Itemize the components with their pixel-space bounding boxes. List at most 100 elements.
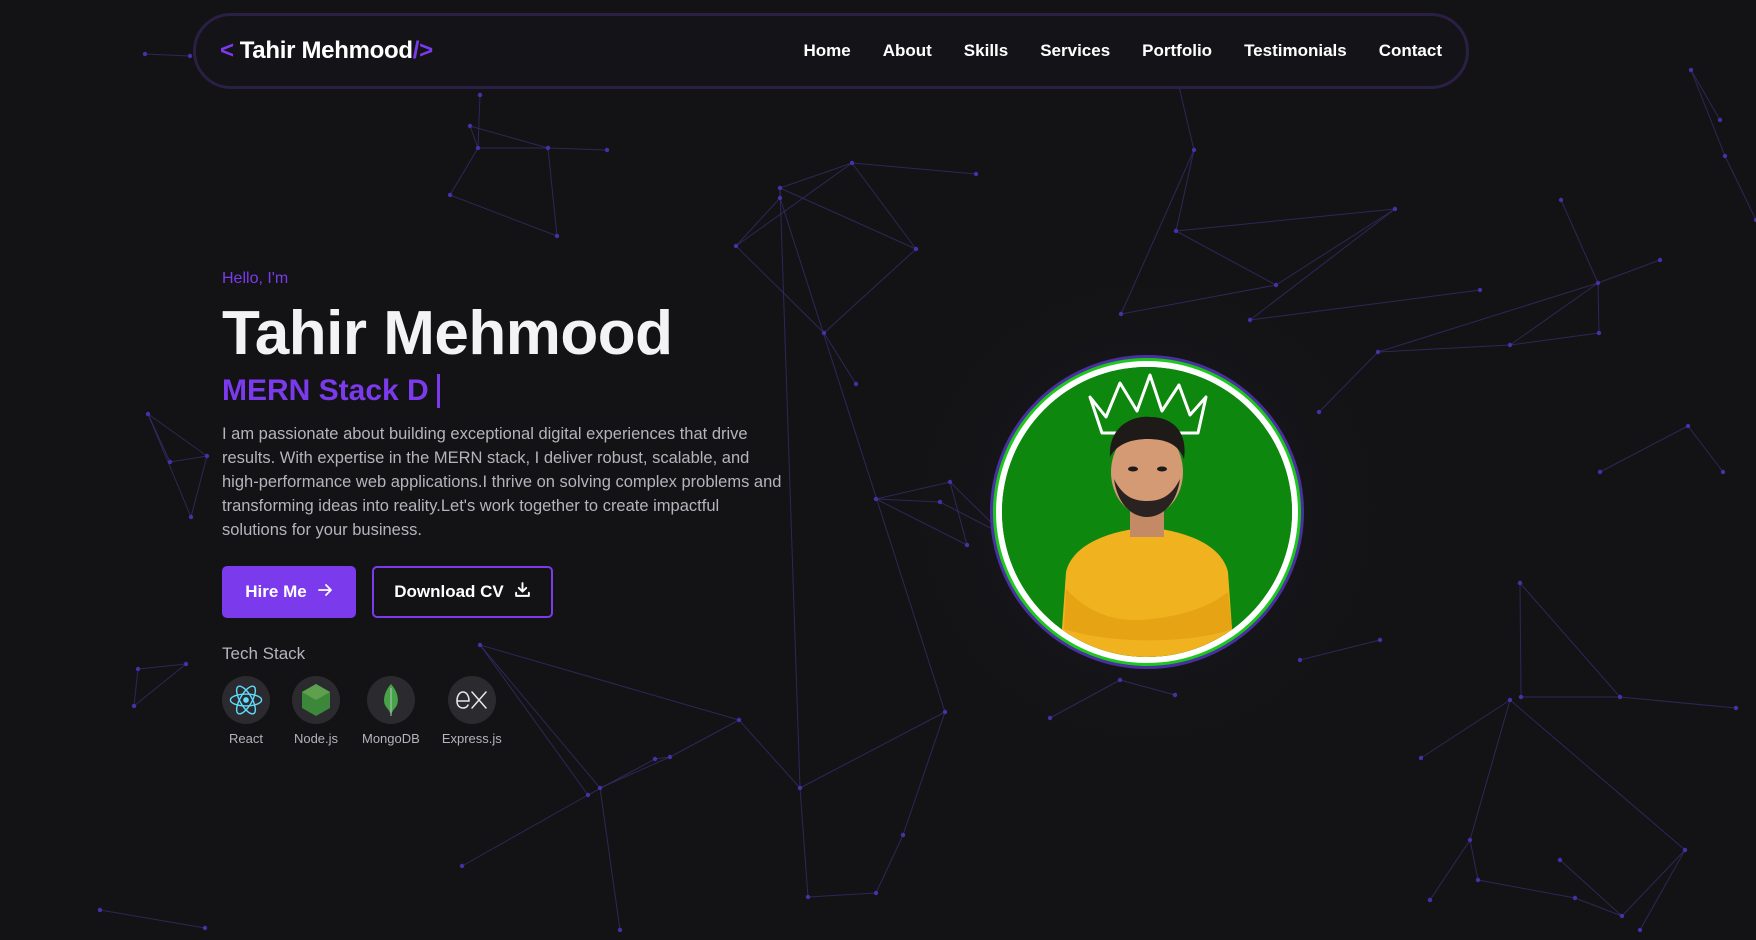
network-node xyxy=(849,160,855,166)
network-node xyxy=(1597,469,1603,475)
network-line xyxy=(1724,155,1756,221)
network-node xyxy=(167,459,173,465)
tech-label-react: React xyxy=(229,731,263,747)
network-line xyxy=(599,787,621,931)
logo-close-bracket: /> xyxy=(412,37,433,64)
tech-item-express: Express.js xyxy=(442,676,502,746)
network-node xyxy=(1720,469,1726,475)
download-cv-button[interactable]: Download CV xyxy=(372,566,553,619)
network-line xyxy=(1597,259,1661,284)
network-line xyxy=(851,162,917,250)
network-node xyxy=(1619,913,1625,919)
network-node xyxy=(1637,927,1643,933)
network-node xyxy=(447,192,453,198)
tech-item-react: React xyxy=(222,676,270,746)
network-line xyxy=(587,758,656,796)
network-node xyxy=(145,411,151,417)
hero-name: Tahir Mehmood xyxy=(222,299,673,368)
network-node xyxy=(1173,228,1179,234)
network-node xyxy=(477,92,483,98)
network-node xyxy=(188,514,194,520)
tech-label-mongodb: MongoDB xyxy=(362,731,420,747)
network-line xyxy=(1469,839,1479,881)
network-node xyxy=(1191,147,1197,153)
network-node xyxy=(873,496,879,502)
network-line xyxy=(779,187,917,250)
network-node xyxy=(1733,705,1739,711)
nav-link-skills[interactable]: Skills xyxy=(964,41,1008,61)
hero-role: MERN Stack D xyxy=(222,374,822,409)
hire-me-button[interactable]: Hire Me xyxy=(222,566,356,619)
network-node xyxy=(652,756,658,762)
network-node xyxy=(1375,349,1381,355)
network-node xyxy=(1682,847,1688,853)
network-line xyxy=(1687,425,1724,473)
network-node xyxy=(1418,755,1424,761)
express-icon xyxy=(447,676,496,725)
network-line xyxy=(547,147,558,237)
network-line xyxy=(190,455,208,518)
network-line xyxy=(449,147,479,196)
network-line xyxy=(1560,199,1599,284)
network-node xyxy=(459,863,465,869)
nav-link-about[interactable]: About xyxy=(883,41,932,61)
network-node xyxy=(554,233,560,239)
nodejs-icon xyxy=(292,676,340,725)
hire-me-label: Hire Me xyxy=(245,582,307,602)
network-line xyxy=(875,834,904,894)
nav-link-home[interactable]: Home xyxy=(803,41,850,61)
network-node xyxy=(1717,117,1723,123)
network-line xyxy=(449,194,558,237)
network-node xyxy=(1477,287,1483,293)
network-line xyxy=(1509,282,1599,346)
download-cv-label: Download CV xyxy=(394,582,504,602)
avatar-ring xyxy=(990,355,1304,669)
network-node xyxy=(604,147,610,153)
network-node xyxy=(797,785,803,791)
network-line xyxy=(1477,879,1576,899)
network-node xyxy=(1517,580,1523,586)
network-node xyxy=(1617,694,1623,700)
network-line xyxy=(133,668,139,707)
nav-link-testimonials[interactable]: Testimonials xyxy=(1244,41,1347,61)
network-node xyxy=(1467,837,1473,843)
network-line xyxy=(1175,208,1396,232)
hero-description: I am passionate about building exception… xyxy=(222,425,782,540)
network-line xyxy=(1597,282,1600,334)
nav-links: Home About Skills Services Portfolio Tes… xyxy=(771,41,1442,61)
nav-link-contact[interactable]: Contact xyxy=(1379,41,1442,61)
network-line xyxy=(144,53,191,57)
tech-item-mongodb: MongoDB xyxy=(362,676,420,746)
network-line xyxy=(851,162,977,175)
site-logo[interactable]: < Tahir Mehmood /> xyxy=(220,37,433,65)
arrow-right-icon xyxy=(317,582,333,603)
network-node xyxy=(1377,637,1383,643)
network-line xyxy=(137,663,187,670)
network-line xyxy=(469,125,549,149)
network-node xyxy=(187,53,193,59)
nav-link-services[interactable]: Services xyxy=(1040,41,1110,61)
network-line xyxy=(735,162,853,247)
network-node xyxy=(1688,67,1694,73)
network-node xyxy=(942,709,948,715)
network-line xyxy=(1559,859,1623,917)
react-icon xyxy=(222,676,270,725)
network-line xyxy=(735,197,781,247)
network-line xyxy=(1519,582,1621,698)
network-node xyxy=(1427,897,1433,903)
network-node xyxy=(467,123,473,129)
network-line xyxy=(547,147,608,151)
network-line xyxy=(1175,149,1195,232)
network-line xyxy=(1469,699,1511,841)
network-line xyxy=(469,125,479,149)
network-line xyxy=(1599,425,1689,473)
network-line xyxy=(1690,69,1726,157)
navbar: < Tahir Mehmood /> Home About Skills Ser… xyxy=(193,13,1469,89)
network-node xyxy=(475,145,481,151)
nav-link-portfolio[interactable]: Portfolio xyxy=(1142,41,1212,61)
typing-cursor xyxy=(436,374,440,409)
network-node xyxy=(913,246,919,252)
tech-label-express: Express.js xyxy=(441,731,502,747)
mongodb-icon xyxy=(366,676,415,725)
network-node xyxy=(1657,257,1663,263)
